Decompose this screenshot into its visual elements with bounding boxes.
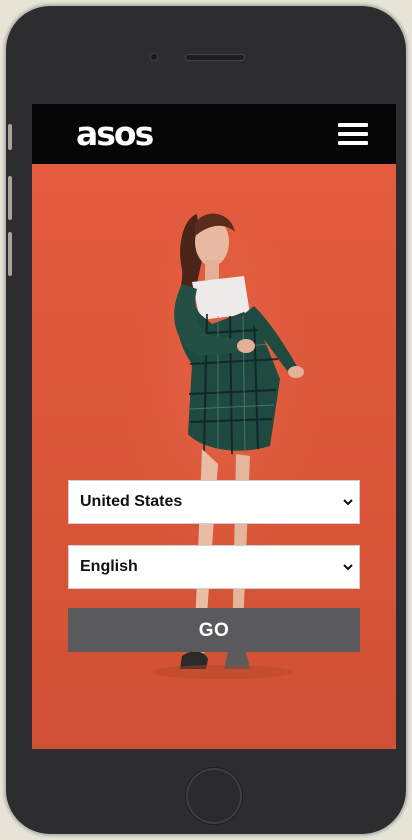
language-select-value: English bbox=[80, 558, 138, 575]
front-camera bbox=[151, 54, 157, 60]
volume-up-button bbox=[8, 176, 12, 220]
asos-logo[interactable]: asos bbox=[76, 116, 154, 152]
chevron-down-icon bbox=[343, 564, 353, 571]
menu-bar bbox=[338, 132, 368, 136]
chevron-down-icon bbox=[343, 499, 353, 506]
model-photo bbox=[152, 213, 304, 679]
language-select[interactable]: English bbox=[68, 545, 360, 589]
earpiece-speaker bbox=[186, 55, 244, 60]
menu-bar bbox=[338, 123, 368, 127]
phone-screen: asos United States English GO bbox=[32, 104, 396, 749]
country-select[interactable]: United States bbox=[68, 480, 360, 524]
phone-frame: asos United States English GO bbox=[6, 6, 406, 834]
mute-switch bbox=[8, 124, 12, 150]
menu-bar bbox=[338, 141, 368, 145]
country-select-value: United States bbox=[80, 493, 183, 510]
hamburger-menu-icon[interactable] bbox=[338, 122, 368, 146]
site-header: asos bbox=[32, 104, 396, 164]
volume-down-button bbox=[8, 232, 12, 276]
hero-image bbox=[32, 164, 396, 749]
home-button[interactable] bbox=[186, 768, 242, 824]
go-button[interactable]: GO bbox=[68, 608, 360, 652]
